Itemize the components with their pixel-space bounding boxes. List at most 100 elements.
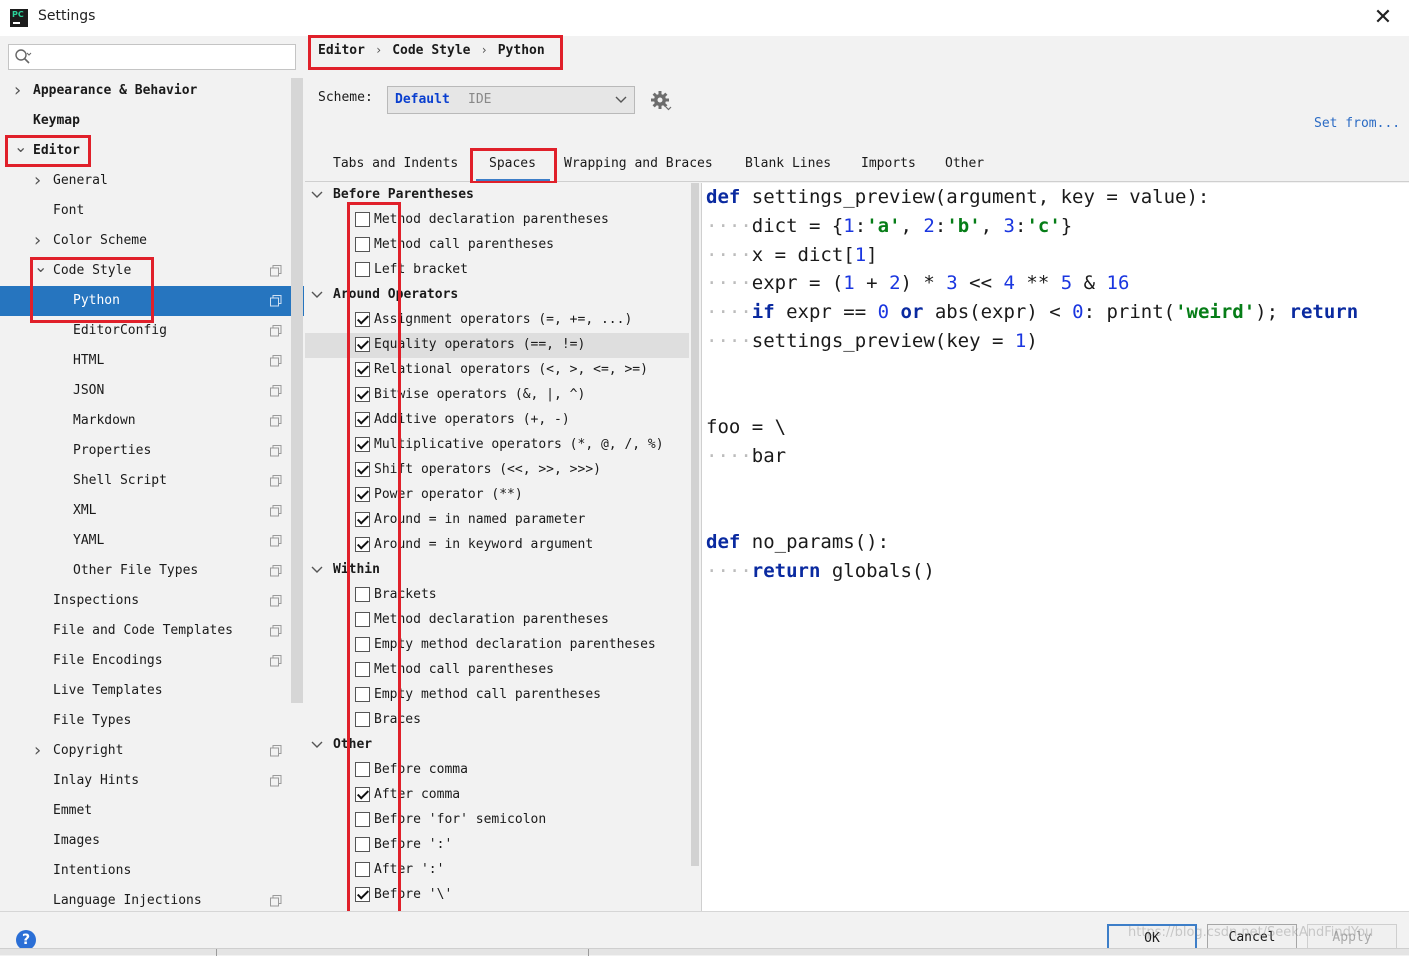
option-group-around-operators[interactable]: Around Operators	[305, 283, 689, 308]
options-scrollbar[interactable]	[689, 183, 701, 866]
checkbox[interactable]	[355, 687, 370, 702]
checkbox[interactable]	[355, 837, 370, 852]
sidebar-item-keymap[interactable]: Keymap	[0, 106, 304, 136]
sidebar-item-editorconfig[interactable]: EditorConfig	[0, 316, 304, 346]
option-left-bracket[interactable]: Left bracket	[305, 258, 689, 283]
tab-imports[interactable]: Imports	[861, 154, 916, 182]
option-equality-operators[interactable]: Equality operators (==, !=)	[305, 333, 689, 358]
chevron-down-icon[interactable]: ⌄	[14, 132, 28, 162]
checkbox[interactable]	[355, 212, 370, 227]
tab-blank-lines[interactable]: Blank Lines	[745, 154, 831, 182]
close-icon[interactable]: ✕	[1371, 6, 1395, 30]
sidebar-item-inlay-hints[interactable]: Inlay Hints	[0, 766, 304, 796]
sidebar-item-emmet[interactable]: Emmet	[0, 796, 304, 826]
option-around-in-keyword-argument[interactable]: Around = in keyword argument	[305, 533, 689, 558]
option-assignment-operators[interactable]: Assignment operators (=, +=, ...)	[305, 308, 689, 333]
sidebar-item-yaml[interactable]: YAML	[0, 526, 304, 556]
chevron-down-icon[interactable]	[310, 733, 324, 756]
sidebar-item-font[interactable]: Font	[0, 196, 304, 226]
sidebar-item-json[interactable]: JSON	[0, 376, 304, 406]
settings-search-input[interactable]	[8, 44, 296, 70]
sidebar-item-inspections[interactable]: Inspections	[0, 586, 304, 616]
checkbox[interactable]	[355, 662, 370, 677]
tab-wrapping-and-braces[interactable]: Wrapping and Braces	[564, 154, 713, 182]
chevron-right-icon[interactable]: ›	[34, 166, 48, 196]
sidebar-item-markdown[interactable]: Markdown	[0, 406, 304, 436]
option-shift-operators[interactable]: Shift operators (<<, >>, >>>)	[305, 458, 689, 483]
option-empty-method-declaration-parentheses[interactable]: Empty method declaration parentheses	[305, 633, 689, 658]
sidebar-item-live-templates[interactable]: Live Templates	[0, 676, 304, 706]
checkbox[interactable]	[355, 237, 370, 252]
sidebar-item-other-file-types[interactable]: Other File Types	[0, 556, 304, 586]
checkbox[interactable]	[355, 487, 370, 502]
sidebar-item-general[interactable]: › General	[0, 166, 304, 196]
checkbox[interactable]	[355, 462, 370, 477]
tab-spaces[interactable]: Spaces	[476, 154, 550, 182]
checkbox[interactable]	[355, 262, 370, 277]
option-before[interactable]: Before '\'	[305, 883, 689, 908]
chevron-right-icon[interactable]: ›	[14, 76, 28, 106]
sidebar-item-file-and-code-templates[interactable]: File and Code Templates	[0, 616, 304, 646]
breadcrumb-code-style[interactable]: Code Style	[392, 43, 470, 58]
sidebar-item-images[interactable]: Images	[0, 826, 304, 856]
option-method-declaration-parentheses[interactable]: Method declaration parentheses	[305, 208, 689, 233]
option-group-within[interactable]: Within	[305, 558, 689, 583]
sidebar-scrollbar[interactable]	[291, 78, 303, 703]
option-bitwise-operators[interactable]: Bitwise operators (&, |, ^)	[305, 383, 689, 408]
sidebar-item-html[interactable]: HTML	[0, 346, 304, 376]
gear-icon[interactable]	[650, 90, 672, 112]
option-before[interactable]: Before ':'	[305, 833, 689, 858]
set-from-link[interactable]: Set from...	[1314, 116, 1400, 131]
checkbox[interactable]	[355, 637, 370, 652]
chevron-down-icon[interactable]	[310, 283, 324, 306]
sidebar-item-properties[interactable]: Properties	[0, 436, 304, 466]
option-braces[interactable]: Braces	[305, 708, 689, 733]
checkbox[interactable]	[355, 337, 370, 352]
checkbox[interactable]	[355, 787, 370, 802]
checkbox[interactable]	[355, 812, 370, 827]
option-around-in-named-parameter[interactable]: Around = in named parameter	[305, 508, 689, 533]
checkbox[interactable]	[355, 762, 370, 777]
checkbox[interactable]	[355, 312, 370, 327]
option-group-other[interactable]: Other	[305, 733, 689, 758]
option-relational-operators[interactable]: Relational operators (<, >, <=, >=)	[305, 358, 689, 383]
option-power-operator[interactable]: Power operator (**)	[305, 483, 689, 508]
sidebar-item-python[interactable]: Python	[0, 286, 304, 316]
sidebar-item-xml[interactable]: XML	[0, 496, 304, 526]
checkbox[interactable]	[355, 437, 370, 452]
chevron-down-icon[interactable]	[310, 183, 324, 206]
checkbox[interactable]	[355, 887, 370, 902]
checkbox[interactable]	[355, 612, 370, 627]
option-group-before-parentheses[interactable]: Before Parentheses	[305, 183, 689, 208]
checkbox[interactable]	[355, 862, 370, 877]
checkbox[interactable]	[355, 512, 370, 527]
sidebar-item-code-style[interactable]: ⌄ Code Style	[0, 256, 304, 286]
option-before-for-semicolon[interactable]: Before 'for' semicolon	[305, 808, 689, 833]
option-method-call-parentheses[interactable]: Method call parentheses	[305, 233, 689, 258]
checkbox[interactable]	[355, 712, 370, 727]
option-method-call-parentheses[interactable]: Method call parentheses	[305, 658, 689, 683]
sidebar-item-intentions[interactable]: Intentions	[0, 856, 304, 886]
sidebar-item-file-encodings[interactable]: File Encodings	[0, 646, 304, 676]
option-multiplicative-operators[interactable]: Multiplicative operators (*, @, /, %)	[305, 433, 689, 458]
sidebar-item-editor[interactable]: ⌄ Editor	[0, 136, 304, 166]
scheme-dropdown[interactable]: Default IDE	[387, 86, 635, 114]
option-additive-operators[interactable]: Additive operators (+, -)	[305, 408, 689, 433]
chevron-right-icon[interactable]: ›	[34, 736, 48, 766]
sidebar-item-copyright[interactable]: › Copyright	[0, 736, 304, 766]
option-after[interactable]: After ':'	[305, 858, 689, 883]
checkbox[interactable]	[355, 587, 370, 602]
sidebar-item-shell-script[interactable]: Shell Script	[0, 466, 304, 496]
tab-tabs-and-indents[interactable]: Tabs and Indents	[333, 154, 458, 182]
checkbox[interactable]	[355, 387, 370, 402]
checkbox[interactable]	[355, 537, 370, 552]
help-icon[interactable]: ?	[16, 930, 36, 950]
option-after-comma[interactable]: After comma	[305, 783, 689, 808]
option-before-comma[interactable]: Before comma	[305, 758, 689, 783]
chevron-down-icon[interactable]: ⌄	[34, 252, 48, 282]
chevron-down-icon[interactable]	[310, 558, 324, 581]
checkbox[interactable]	[355, 412, 370, 427]
option-brackets[interactable]: Brackets	[305, 583, 689, 608]
tab-other[interactable]: Other	[945, 154, 984, 182]
checkbox[interactable]	[355, 362, 370, 377]
